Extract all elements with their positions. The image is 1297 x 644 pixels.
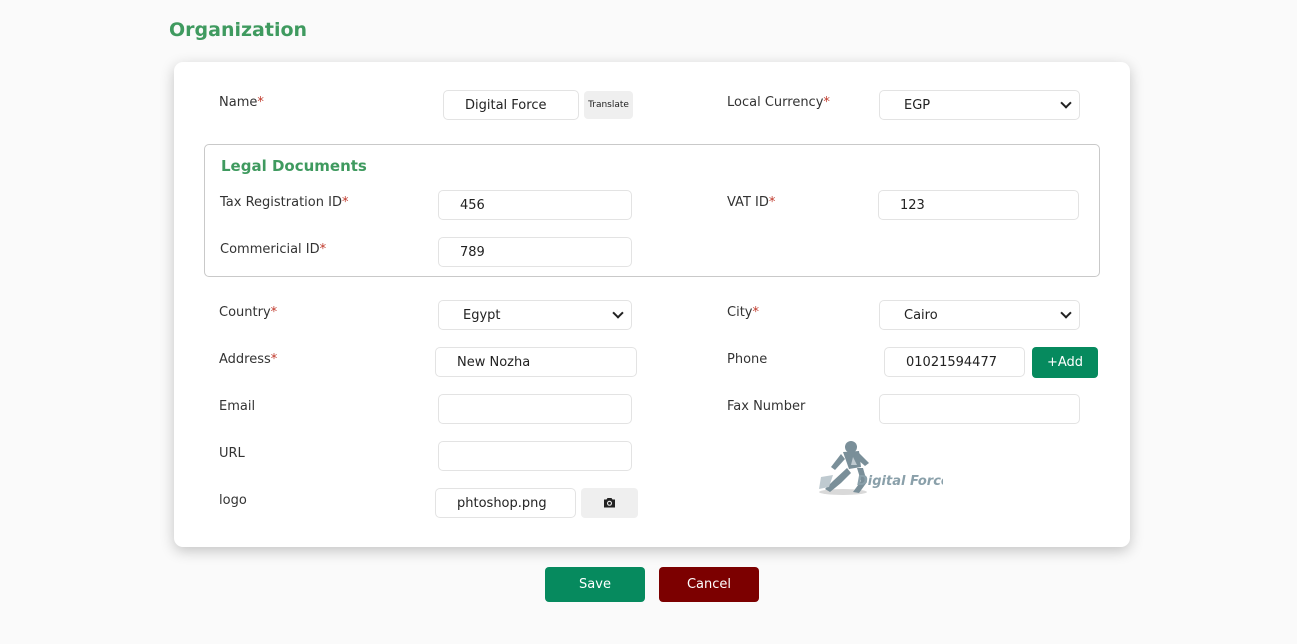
city-select[interactable]: Cairo [879, 300, 1080, 330]
organization-form-card: Name* Digital Force Translate Local Curr… [174, 62, 1130, 547]
organization-logo-image: Digital Force [813, 437, 950, 499]
address-label: Address* [219, 352, 278, 367]
local-currency-select[interactable]: EGP [879, 90, 1080, 120]
camera-icon [604, 498, 615, 508]
chevron-down-icon [1060, 97, 1072, 109]
chevron-down-icon [612, 307, 624, 319]
logo-brand-text: Digital Force [857, 474, 943, 489]
save-button[interactable]: Save [545, 567, 645, 602]
tax-registration-label: Tax Registration ID* [220, 195, 349, 210]
cancel-button[interactable]: Cancel [659, 567, 759, 602]
translate-button[interactable]: Translate [584, 91, 633, 119]
commercial-id-input[interactable]: 789 [438, 237, 632, 267]
city-label: City* [727, 305, 759, 320]
tax-registration-input[interactable]: 456 [438, 190, 632, 220]
vat-input[interactable]: 123 [878, 190, 1079, 220]
address-input[interactable]: New Nozha [435, 347, 637, 377]
vat-label: VAT ID* [727, 195, 776, 210]
url-input[interactable] [438, 441, 632, 471]
phone-input[interactable]: 01021594477 [884, 347, 1025, 377]
add-phone-button[interactable]: +Add [1032, 347, 1098, 378]
logo-file-input[interactable]: phtoshop.png [435, 488, 576, 518]
logo-label: logo [219, 493, 247, 508]
country-select[interactable]: Egypt [438, 300, 632, 330]
name-label: Name* [219, 95, 264, 110]
email-label: Email [219, 399, 256, 414]
legal-documents-title: Legal Documents [221, 157, 367, 175]
local-currency-label: Local Currency* [727, 95, 830, 110]
page-title: Organization [169, 19, 308, 41]
commercial-id-label: Commericial ID* [220, 242, 327, 257]
fax-input[interactable] [879, 394, 1080, 424]
upload-logo-button[interactable] [581, 488, 638, 518]
fax-label: Fax Number [727, 399, 806, 414]
chevron-down-icon [1060, 307, 1072, 319]
url-label: URL [219, 446, 245, 461]
phone-label: Phone [727, 352, 768, 367]
email-input[interactable] [438, 394, 632, 424]
country-label: Country* [219, 305, 278, 320]
name-input[interactable]: Digital Force [443, 90, 579, 120]
